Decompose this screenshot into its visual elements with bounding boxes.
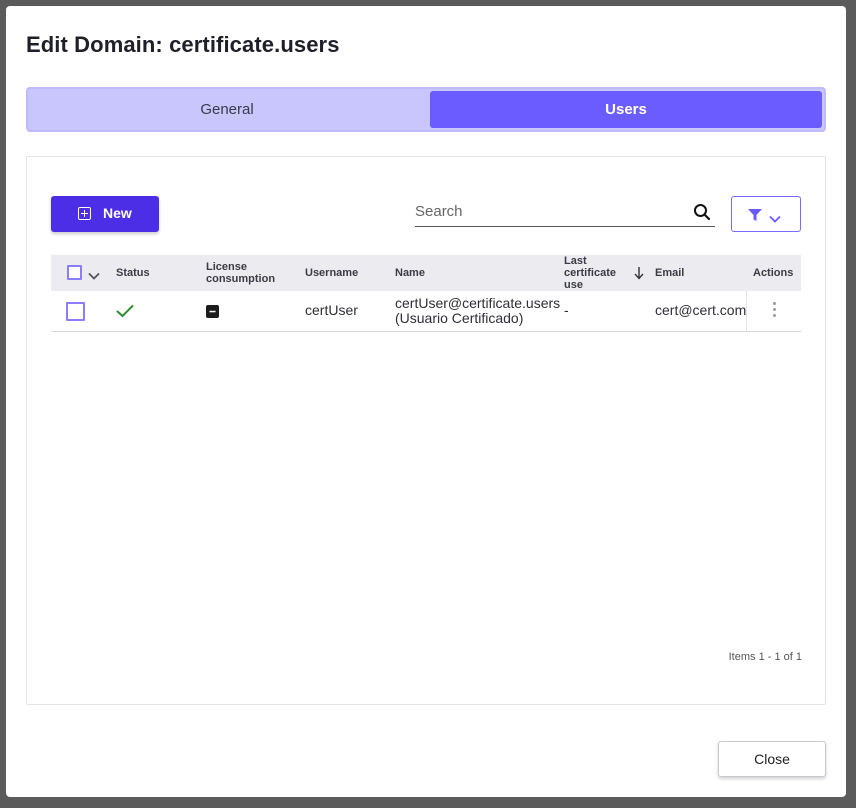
tab-general[interactable]: General bbox=[30, 91, 424, 128]
column-header-last-certificate-use[interactable]: Last certificate use bbox=[564, 255, 616, 291]
new-user-button[interactable]: New bbox=[51, 196, 159, 232]
last-use-header-line2: certificate bbox=[564, 267, 616, 279]
plus-square-icon bbox=[78, 207, 91, 220]
chevron-down-icon bbox=[769, 210, 781, 228]
close-button[interactable]: Close bbox=[718, 741, 826, 777]
edit-domain-dialog: Edit Domain: certificate.users General U… bbox=[6, 6, 846, 797]
filter-dropdown-button[interactable] bbox=[731, 196, 801, 232]
minus-box-icon bbox=[206, 305, 219, 323]
row-name-line2: (Usuario Certificado) bbox=[395, 310, 524, 326]
more-vertical-icon bbox=[773, 302, 776, 320]
row-email: cert@cert.com bbox=[655, 302, 747, 318]
license-header-line2: consumption bbox=[206, 273, 276, 285]
pager-info: Items 1 - 1 of 1 bbox=[728, 651, 802, 663]
column-header-name[interactable]: Name bbox=[395, 267, 425, 279]
dialog-title: Edit Domain: certificate.users bbox=[26, 32, 340, 57]
row-last-certificate-use: - bbox=[564, 302, 569, 318]
row-name-line1: certUser@certificate.users bbox=[395, 295, 561, 311]
new-button-label: New bbox=[103, 205, 132, 221]
check-icon bbox=[116, 304, 134, 323]
tab-bar: General Users bbox=[26, 87, 826, 132]
search-box bbox=[415, 197, 715, 227]
last-use-header-line1: Last bbox=[564, 255, 587, 267]
last-use-header-line3: use bbox=[564, 279, 583, 291]
search-input[interactable] bbox=[415, 199, 675, 223]
sort-descending-icon[interactable] bbox=[634, 266, 644, 285]
column-header-email[interactable]: Email bbox=[655, 267, 684, 279]
select-all-checkbox[interactable] bbox=[67, 265, 82, 280]
row-username: certUser bbox=[305, 302, 358, 318]
users-panel: New Search Status License consumption Us… bbox=[26, 156, 826, 705]
license-header-line1: License bbox=[206, 261, 247, 273]
row-name: certUser@certificate.users (Usuario Cert… bbox=[395, 296, 560, 326]
tab-users[interactable]: Users bbox=[430, 91, 822, 128]
column-header-username[interactable]: Username bbox=[305, 267, 358, 279]
column-header-status[interactable]: Status bbox=[116, 267, 150, 279]
search-icon[interactable] bbox=[693, 203, 711, 226]
filter-icon bbox=[747, 208, 763, 227]
grid-header: Status License consumption Username Name… bbox=[51, 255, 801, 291]
table-row[interactable]: certUser certUser@certificate.users (Usu… bbox=[51, 291, 801, 332]
select-menu-chevron-icon[interactable] bbox=[88, 267, 100, 285]
column-header-actions: Actions bbox=[753, 267, 794, 279]
row-checkbox[interactable] bbox=[66, 302, 85, 321]
row-actions-menu[interactable] bbox=[746, 291, 801, 331]
column-header-license[interactable]: License consumption bbox=[206, 261, 275, 285]
